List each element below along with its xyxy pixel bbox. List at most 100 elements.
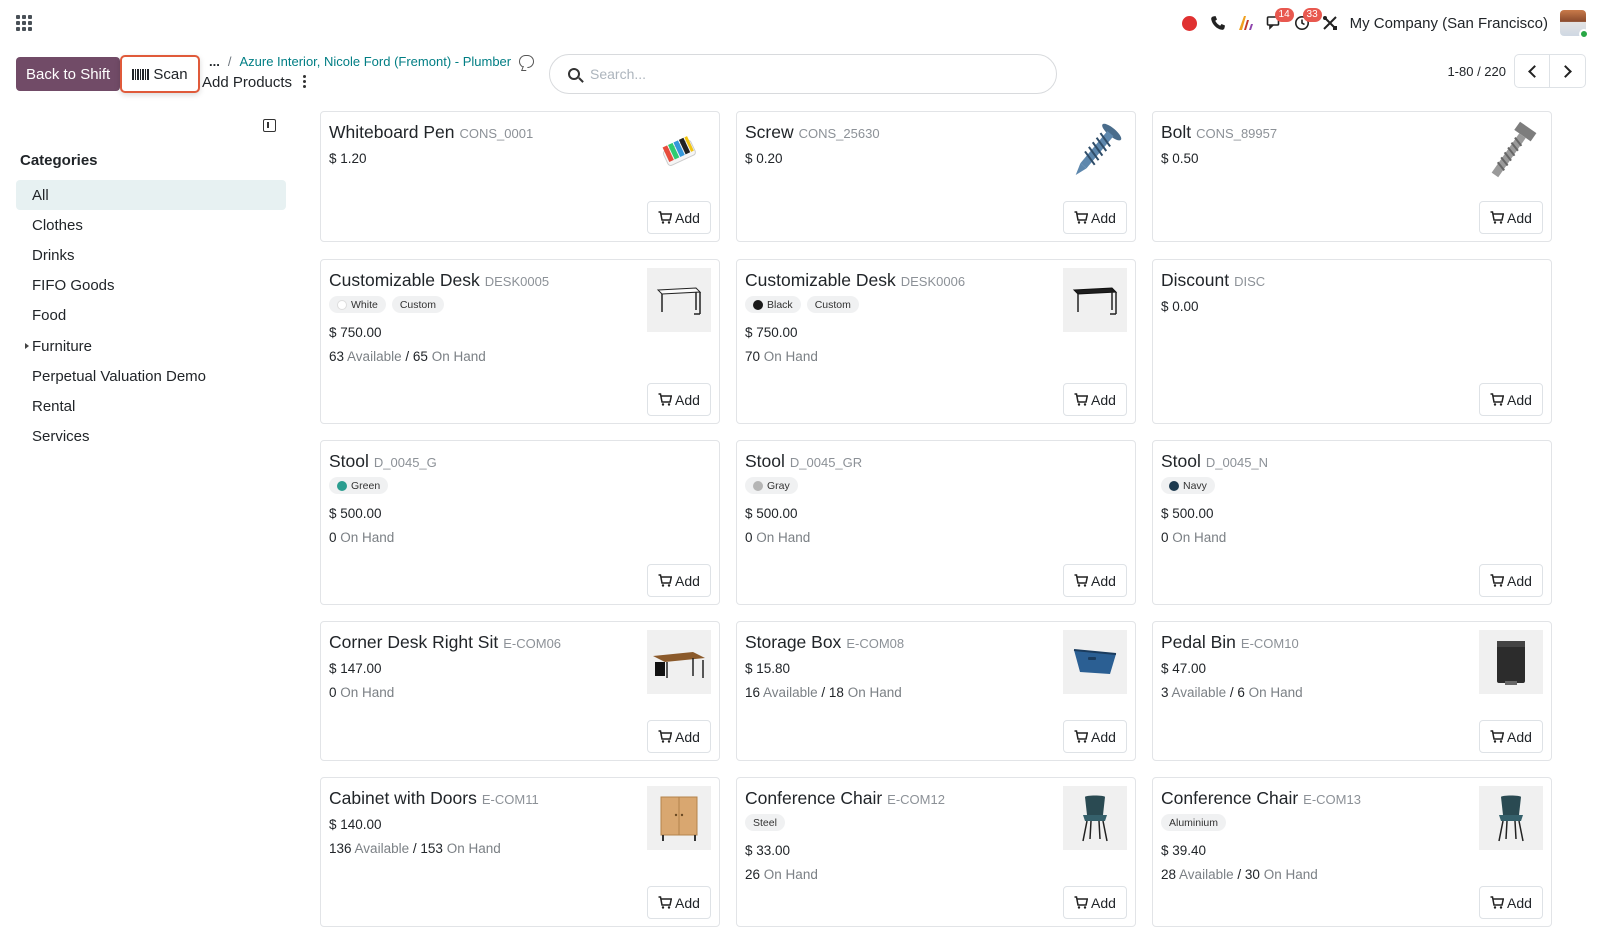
add-product-button[interactable]: Add — [647, 383, 711, 416]
add-product-button[interactable]: Add — [647, 201, 711, 234]
categories-title: Categories — [20, 152, 98, 169]
product-name-text: Discount — [1161, 270, 1230, 290]
product-card[interactable]: Stool D_0045_N Navy $ 500.00 0 On Hand Add — [1152, 440, 1552, 605]
product-card[interactable]: Bolt CONS_89957 $ 0.50 Add — [1152, 111, 1552, 242]
phone-button[interactable] — [1204, 8, 1232, 38]
cart-icon — [1074, 393, 1089, 406]
app-menu-icon[interactable] — [16, 15, 32, 31]
product-card[interactable]: Screw CONS_25630 $ 0.20 Add — [736, 111, 1136, 242]
attribute-tag: Custom — [391, 296, 445, 313]
product-card[interactable]: Conference Chair E-COM12 Steel $ 33.00 26 On… — [736, 777, 1136, 927]
add-product-button[interactable]: Add — [1479, 201, 1543, 234]
add-product-button[interactable]: Add — [1479, 886, 1543, 919]
product-card[interactable]: Customizable Desk DESK0006 Black Custom $ 75… — [736, 259, 1136, 424]
product-card[interactable]: Pedal Bin E-COM10 $ 47.00 3 Available / 6 O… — [1152, 621, 1552, 761]
add-label: Add — [675, 728, 700, 745]
category-item-all[interactable]: All — [16, 180, 286, 211]
product-name: Pedal Bin E-COM10 — [1161, 632, 1299, 653]
add-product-button[interactable]: Add — [1479, 564, 1543, 597]
add-product-button[interactable]: Add — [647, 720, 711, 753]
breadcrumb-separator: / — [227, 54, 232, 69]
add-product-button[interactable]: Add — [1063, 201, 1127, 234]
category-label: Clothes — [32, 216, 83, 234]
ai-button[interactable] — [1232, 8, 1260, 38]
onhand-label: On Hand — [1263, 867, 1318, 882]
breadcrumb-more-button[interactable]: ... — [209, 54, 220, 69]
add-product-button[interactable]: Add — [647, 886, 711, 919]
add-product-button[interactable]: Add — [1063, 564, 1127, 597]
add-label: Add — [1091, 894, 1116, 911]
add-product-button[interactable]: Add — [1063, 720, 1127, 753]
add-product-button[interactable]: Add — [1063, 383, 1127, 416]
toggle-sidebar-icon[interactable] — [263, 119, 276, 132]
user-avatar[interactable] — [1560, 10, 1589, 39]
add-product-button[interactable]: Add — [647, 564, 711, 597]
back-to-shift-button[interactable]: Back to Shift — [16, 57, 121, 91]
product-card[interactable]: Stool D_0045_GR Gray $ 500.00 0 On Hand Add — [736, 440, 1136, 605]
product-card[interactable]: Stool D_0045_G Green $ 500.00 0 On Hand Add — [320, 440, 720, 605]
onhand-label: On Hand — [763, 349, 818, 364]
product-price: $ 1.20 — [329, 151, 367, 166]
product-card[interactable]: Customizable Desk DESK0005 White Custom $ 75… — [320, 259, 720, 424]
ai-icon — [1238, 16, 1253, 30]
recording-indicator[interactable] — [1176, 8, 1204, 38]
product-price: $ 750.00 — [329, 325, 382, 340]
activities-button[interactable]: 33 — [1288, 8, 1322, 38]
breadcrumb-link-order[interactable]: Azure Interior, Nicole Ford (Fremont) - … — [239, 54, 511, 69]
product-price: $ 500.00 — [329, 506, 382, 521]
add-label: Add — [675, 894, 700, 911]
product-card[interactable]: Discount DISC $ 0.00 Add — [1152, 259, 1552, 424]
product-card[interactable]: Corner Desk Right Sit E-COM06 $ 147.00 0 On… — [320, 621, 720, 761]
product-card[interactable]: Whiteboard Pen CONS_0001 $ 1.20 Add — [320, 111, 720, 242]
category-item-furniture[interactable]: Furniture — [16, 331, 286, 361]
product-stock: 16 Available / 18 On Hand — [745, 685, 902, 700]
cart-icon — [658, 393, 673, 406]
attribute-tag: Steel — [745, 814, 785, 831]
actions-menu-icon[interactable] — [303, 75, 307, 88]
add-product-button[interactable]: Add — [1479, 383, 1543, 416]
category-label: Furniture — [32, 337, 93, 355]
product-name-text: Conference Chair — [745, 788, 883, 808]
pager-next-button[interactable] — [1550, 54, 1586, 88]
available-label: Available — [354, 841, 410, 856]
search-input[interactable] — [590, 66, 1030, 82]
product-code: E-COM08 — [846, 636, 905, 651]
product-card[interactable]: Storage Box E-COM08 $ 15.80 16 Available / … — [736, 621, 1136, 761]
product-attribute-tags: White Custom — [329, 296, 445, 313]
available-label: Available — [763, 685, 818, 700]
onhand-qty: 18 — [828, 685, 844, 700]
category-item-perpetual-valuation-demo[interactable]: Perpetual Valuation Demo — [16, 361, 286, 391]
company-switcher[interactable]: My Company (San Francisco) — [1350, 15, 1548, 32]
cart-icon — [658, 730, 673, 743]
category-item-fifo-goods[interactable]: FIFO Goods — [16, 271, 286, 301]
available-label: Available — [1179, 867, 1234, 882]
product-code: D_0045_G — [373, 455, 437, 470]
category-item-food[interactable]: Food — [16, 301, 286, 331]
category-item-rental[interactable]: Rental — [16, 391, 286, 421]
scan-button[interactable]: Scan — [120, 55, 200, 93]
product-card[interactable]: Conference Chair E-COM13 Aluminium $ 39.40 2… — [1152, 777, 1552, 927]
tools-button[interactable] — [1316, 8, 1344, 38]
caret-right-icon[interactable] — [25, 342, 29, 349]
color-swatch-icon — [1169, 480, 1179, 491]
comment-icon[interactable] — [519, 55, 535, 68]
pager-value[interactable]: 1-80 / 220 — [1447, 64, 1506, 79]
category-item-services[interactable]: Services — [16, 422, 286, 452]
category-label: FIFO Goods — [32, 277, 115, 295]
category-item-drinks[interactable]: Drinks — [16, 240, 286, 270]
add-product-button[interactable]: Add — [1479, 720, 1543, 753]
color-swatch-icon — [753, 299, 763, 310]
messaging-button[interactable]: 14 — [1260, 8, 1294, 38]
cart-icon — [1490, 730, 1505, 743]
screw-image — [1063, 120, 1127, 184]
product-price: $ 750.00 — [745, 325, 798, 340]
storage-box-image — [1063, 630, 1127, 694]
systray: 14 33 My Company (San Francisco) — [1176, 8, 1589, 39]
product-name: Conference Chair E-COM13 — [1161, 788, 1361, 809]
pager-previous-button[interactable] — [1514, 54, 1550, 88]
add-product-button[interactable]: Add — [1063, 886, 1127, 919]
category-item-clothes[interactable]: Clothes — [16, 210, 286, 240]
product-code: CONS_25630 — [798, 126, 880, 141]
onhand-qty: 6 — [1237, 685, 1245, 700]
product-card[interactable]: Cabinet with Doors E-COM11 $ 140.00 136 Ava… — [320, 777, 720, 927]
